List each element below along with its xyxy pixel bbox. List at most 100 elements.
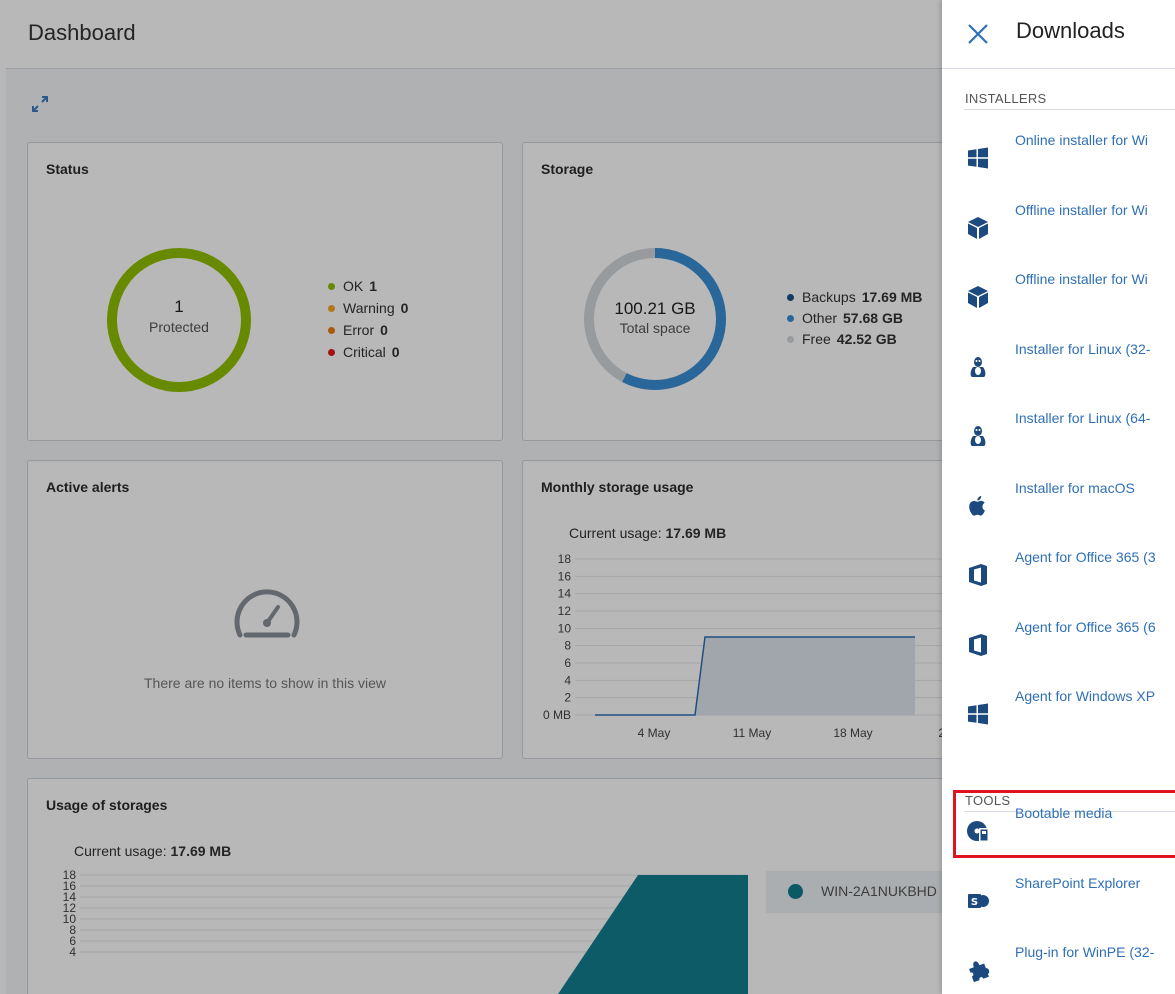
y-tick-label: 14 [558,587,572,601]
expand-icon[interactable] [30,94,50,114]
download-item[interactable]: Offline installer for Wi [942,263,1175,329]
download-item-label: SharePoint Explorer [1015,874,1141,891]
legend-dot [787,315,794,322]
legend-label: Warning [343,300,395,316]
y-tick-label: 8 [564,639,571,653]
download-item[interactable]: Online installer for Wi [942,124,1175,190]
x-tick-label: 11 May [733,726,771,740]
legend-dot [328,348,335,356]
download-item-label: Agent for Office 365 (3 [1015,549,1156,565]
storage-card-title: Storage [541,161,594,177]
legend-value: 42.52 GB [836,331,897,347]
current-usage-value: 17.69 MB [665,525,727,541]
sharepoint-icon: S [966,889,990,913]
legend-item: Critical 0 [328,341,408,363]
x-tick-label: 18 May [833,726,872,740]
legend-item: Error 0 [328,319,408,341]
legend-value: 1 [369,278,378,294]
usage-legend: WIN-2A1NUKBHD [766,871,949,913]
legend-label: Other [802,310,838,326]
download-item-label: Installer for Linux (64- [1015,410,1151,426]
linux-icon [966,355,990,379]
download-item-label: Installer for Linux (32- [1015,340,1151,357]
y-tick-label: 18 [558,552,572,566]
download-item-label: Installer for macOS [1015,479,1135,496]
close-icon[interactable] [964,20,992,48]
download-item[interactable]: Agent for Office 365 (3 [942,541,1175,607]
apple-icon [966,494,990,518]
x-tick-label: 4 May [638,726,671,740]
status-legend: OK 1 Warning 0 Error 0 Critical 0 [328,275,408,363]
legend-item: Warning 0 [328,297,408,319]
usage-current-value: 17.69 MB [170,843,232,859]
download-item-label: Agent for Windows XP [1015,688,1156,704]
legend-dot [788,884,803,899]
legend-dot [787,336,794,343]
storage-total: 100.21 GB [614,299,696,318]
legend-dot [328,282,335,290]
status-donut-center: 1 Protected [106,297,252,335]
office-icon [966,633,990,657]
legend-label: Backups [802,289,856,305]
y-tick-label: 16 [558,569,572,583]
legend-dot [328,304,335,312]
y-tick-label: 12 [558,604,572,618]
download-item-label: Plug-in for WinPE (32- [1015,944,1155,960]
current-usage-label: Current usage: 17.69 MB [569,525,726,541]
legend-item: OK 1 [328,275,408,297]
download-item[interactable]: Installer for macOS [942,472,1175,538]
installers-section-label: INSTALLERS [965,91,1047,106]
usage-current-label: Current usage: 17.69 MB [74,843,231,859]
area-fill [595,637,915,715]
speedometer-icon [234,589,300,638]
legend-label: Error [343,322,375,338]
download-item[interactable]: Installer for Linux (64- [942,402,1175,468]
empty-state-text: There are no items to show in this view [144,675,386,691]
linux-icon [966,424,990,448]
legend-value: 0 [400,300,409,316]
download-item-label: Online installer for Wi [1015,132,1149,148]
legend-value: 0 [391,344,400,360]
download-item[interactable]: Offline installer for Wi [942,194,1175,260]
usage-of-storages-chart: 1816141210864 [63,869,748,994]
page-title: Dashboard [28,20,136,45]
downloads-header: Downloads [942,0,1175,69]
download-item[interactable]: Agent for Office 365 (6 [942,611,1175,677]
monthly-usage-chart: 0 MB246810121416184 May11 May18 May25 [543,552,949,740]
selection-highlight [953,790,1175,858]
usage-current-text: Current usage: [74,843,167,859]
storage-card: Storage 100.21 GB Total space Backups 17.… [522,142,948,441]
y-tick-label: 6 [564,656,571,670]
svg-text:S: S [971,897,978,908]
legend-item: Free 42.52 GB [787,329,922,350]
download-item[interactable]: Plug-in for WinPE (32- [942,936,1175,994]
divider [964,109,1175,110]
legend-label: WIN-2A1NUKBHD [821,883,937,899]
legend-dot [328,326,335,334]
windows-icon [966,146,990,170]
status-card-title: Status [46,161,89,177]
status-card: Status 1 Protected OK 1 Warning 0 Error 0 C… [27,142,503,441]
storage-total-label: Total space [619,320,691,336]
usage-of-storages-card: Usage of storages Current usage: 17.69 M… [27,778,949,994]
y-tick-label: 4 [564,673,571,687]
storage-legend: Backups 17.69 MB Other 57.68 GB Free 42.52 … [787,287,922,350]
legend-item: Backups 17.69 MB [787,287,922,308]
download-item-label: Agent for Office 365 (6 [1015,618,1156,635]
download-item[interactable]: Agent for Windows XP [942,680,1175,746]
legend-item: Other 57.68 GB [787,308,922,329]
monthly-usage-title: Monthly storage usage [541,479,694,495]
download-item[interactable]: S SharePoint Explorer [942,867,1175,933]
download-item-label: Offline installer for Wi [1015,201,1148,218]
download-item[interactable]: Installer for Linux (32- [942,333,1175,399]
status-count-label: Protected [149,319,209,335]
legend-value: 17.69 MB [861,289,923,305]
downloads-title: Downloads [1016,18,1125,43]
windows-icon [966,702,990,726]
y-tick-label: 10 [558,621,572,635]
package-icon [966,216,990,240]
y-tick-label: 4 [69,945,76,959]
legend-value: 0 [380,322,388,338]
storage-donut-center: 100.21 GB Total space [581,299,729,336]
y-tick-label: 2 [564,691,571,705]
